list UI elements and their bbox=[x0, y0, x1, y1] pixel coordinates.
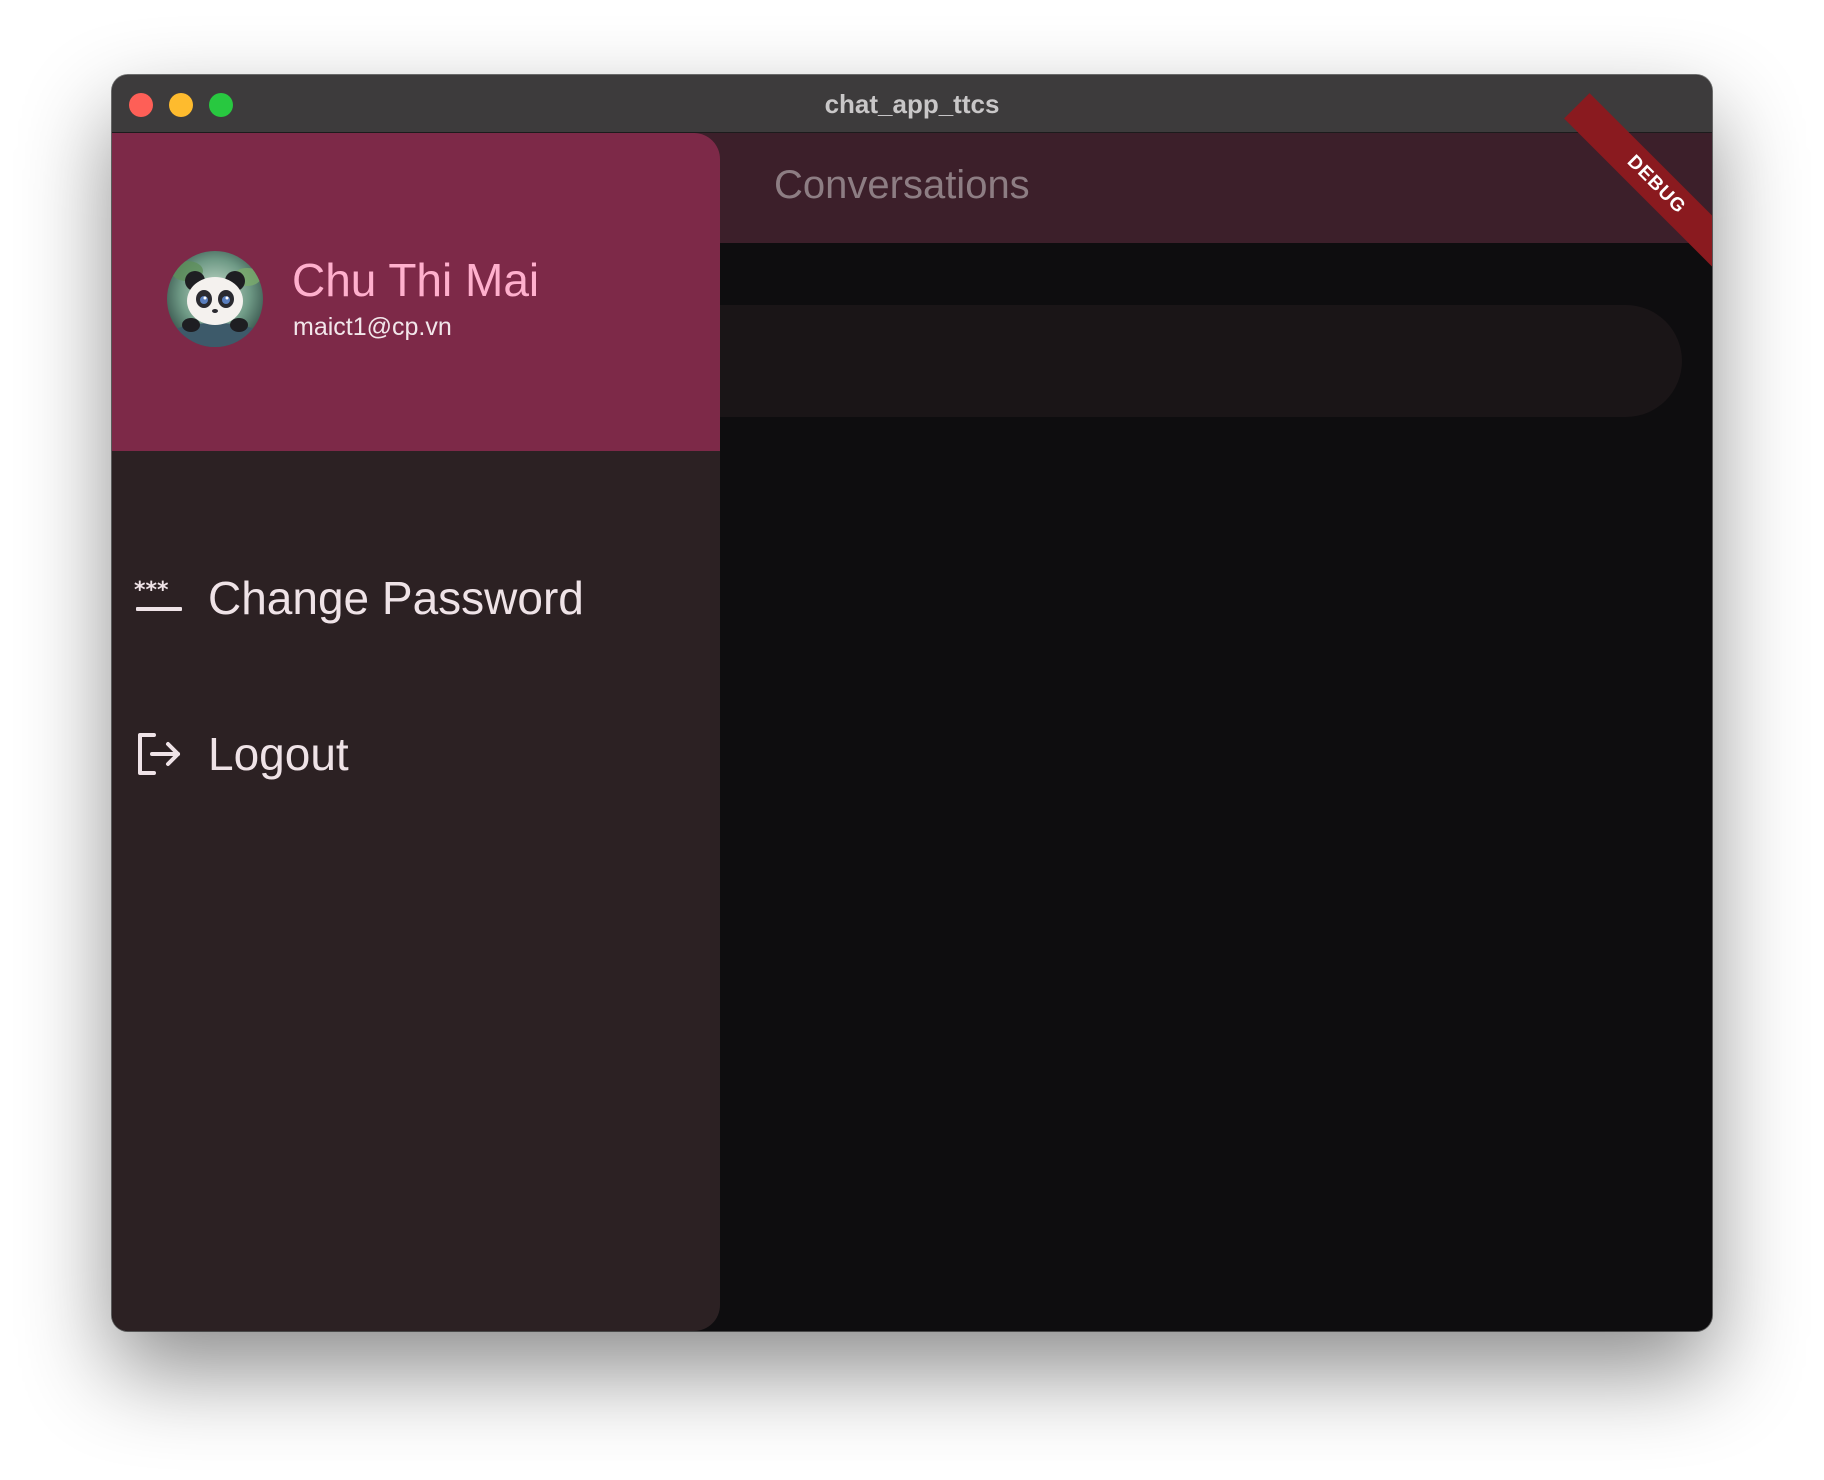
logout-label: Logout bbox=[208, 728, 349, 780]
change-password-label: Change Password bbox=[208, 572, 584, 624]
navigation-drawer: Chu Thi Mai maict1@cp.vn *** Change Pass… bbox=[112, 133, 720, 1331]
logout-icon bbox=[138, 733, 180, 775]
user-email: maict1@cp.vn bbox=[293, 313, 452, 341]
title-bar[interactable]: chat_app_ttcs bbox=[112, 75, 1712, 133]
svg-text:***: *** bbox=[134, 578, 169, 603]
user-name: Chu Thi Mai bbox=[292, 254, 540, 306]
search-bar[interactable] bbox=[652, 305, 1682, 417]
avatar[interactable] bbox=[167, 251, 263, 347]
logout-menu-item[interactable]: Logout bbox=[112, 699, 720, 809]
password-icon: *** bbox=[134, 578, 182, 611]
window-title: chat_app_ttcs bbox=[824, 89, 1000, 119]
app-window: chat_app_ttcs Conversations DEBUG Chu Th… bbox=[112, 75, 1712, 1331]
panda-avatar-icon bbox=[167, 251, 263, 347]
change-password-menu-item[interactable]: *** Change Password bbox=[112, 543, 720, 653]
drawer-header: Chu Thi Mai maict1@cp.vn bbox=[112, 133, 720, 451]
page-title: Conversations bbox=[774, 163, 1030, 207]
